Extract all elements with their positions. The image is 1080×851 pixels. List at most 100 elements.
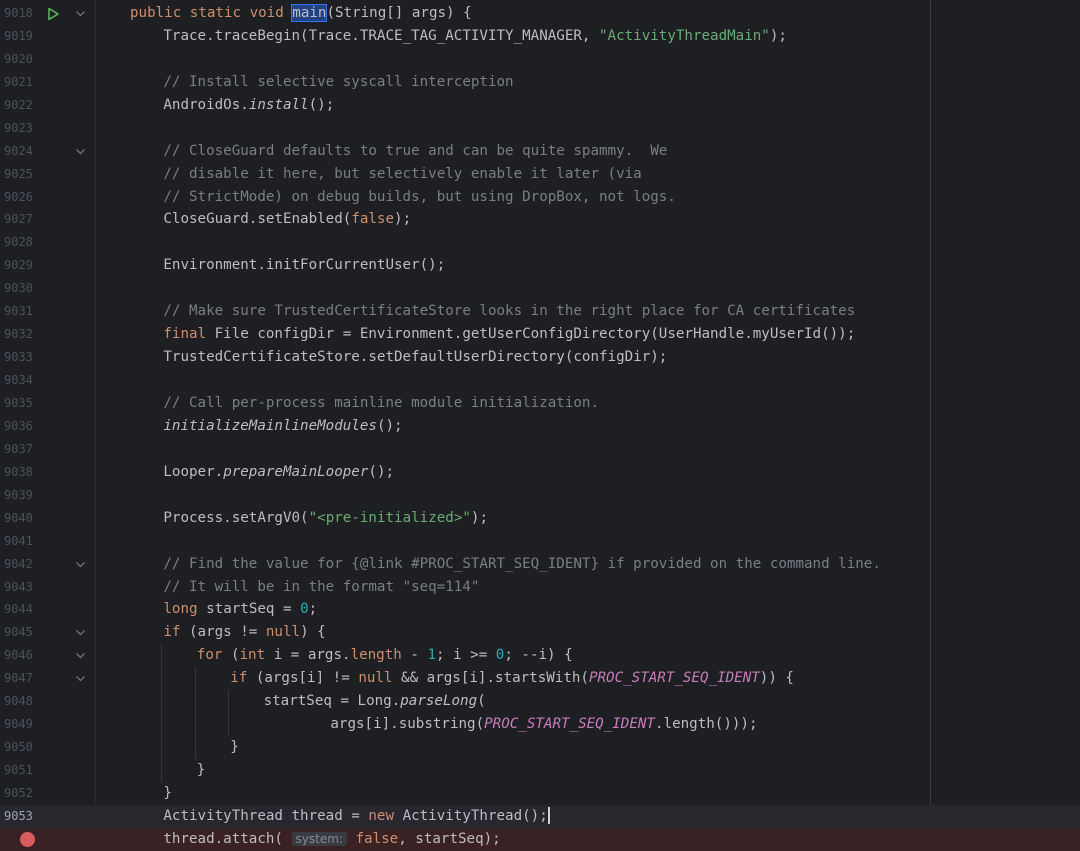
code-line[interactable]: 9040 Process.setArgV0("<pre-initialized>"… bbox=[0, 507, 1080, 530]
code-text[interactable]: long startSeq = 0; bbox=[163, 600, 317, 619]
code-text[interactable]: // StrictMode) on debug builds, but usin… bbox=[163, 188, 676, 207]
code-text[interactable]: Trace.traceBegin(Trace.TRACE_TAG_ACTIVIT… bbox=[163, 27, 787, 46]
code-line[interactable]: 9030 bbox=[0, 277, 1080, 300]
line-number[interactable]: 9047 bbox=[4, 670, 38, 687]
line-number[interactable]: 9030 bbox=[4, 280, 38, 297]
chevron-down-icon[interactable] bbox=[75, 627, 86, 638]
code-text[interactable]: // Install selective syscall interceptio… bbox=[163, 73, 513, 92]
line-number[interactable]: 9043 bbox=[4, 579, 38, 596]
chevron-down-icon[interactable] bbox=[75, 673, 86, 684]
code-line[interactable]: 9041 bbox=[0, 530, 1080, 553]
code-text[interactable]: } bbox=[230, 738, 239, 757]
code-line[interactable]: 9031 // Make sure TrustedCertificateStore… bbox=[0, 300, 1080, 323]
line-number[interactable]: 9037 bbox=[4, 441, 38, 458]
code-line[interactable]: 9020 bbox=[0, 48, 1080, 71]
line-number[interactable]: 9031 bbox=[4, 303, 38, 320]
code-text[interactable]: } bbox=[163, 784, 172, 803]
line-number[interactable]: 9018 bbox=[4, 5, 38, 22]
code-text[interactable]: } bbox=[197, 761, 206, 780]
line-number[interactable]: 9033 bbox=[4, 349, 38, 366]
code-line[interactable]: 9032 final File configDir = Environment.g… bbox=[0, 323, 1080, 346]
code-line[interactable]: 9038 Looper.prepareMainLooper(); bbox=[0, 461, 1080, 484]
code-text[interactable]: CloseGuard.setEnabled(false); bbox=[163, 210, 411, 229]
code-line[interactable]: 9018 public static void main(String[] arg… bbox=[0, 2, 1080, 25]
code-text[interactable]: // Make sure TrustedCertificateStore loo… bbox=[163, 302, 855, 321]
line-number[interactable]: 9045 bbox=[4, 624, 38, 641]
code-line[interactable]: 9053 ActivityThread thread = new Activity… bbox=[0, 804, 1080, 828]
code-text[interactable]: args[i].substring(PROC_START_SEQ_IDENT.l… bbox=[330, 715, 757, 734]
line-number[interactable]: 9029 bbox=[4, 257, 38, 274]
chevron-down-icon[interactable] bbox=[75, 8, 86, 19]
code-line[interactable]: 9034 bbox=[0, 369, 1080, 392]
code-line[interactable]: thread.attach( system: false, startSeq); bbox=[0, 827, 1080, 851]
code-line[interactable]: 9044 long startSeq = 0; bbox=[0, 598, 1080, 621]
code-line[interactable]: 9039 bbox=[0, 484, 1080, 507]
line-number[interactable]: 9019 bbox=[4, 28, 38, 45]
line-number[interactable]: 9023 bbox=[4, 120, 38, 137]
line-number[interactable]: 9052 bbox=[4, 785, 38, 802]
code-text[interactable]: ActivityThread thread = new ActivityThre… bbox=[163, 807, 550, 826]
code-line[interactable]: 9022 AndroidOs.install(); bbox=[0, 94, 1080, 117]
line-number[interactable]: 9050 bbox=[4, 739, 38, 756]
line-number[interactable]: 9032 bbox=[4, 326, 38, 343]
line-number[interactable]: 9026 bbox=[4, 189, 38, 206]
line-number[interactable]: 9046 bbox=[4, 647, 38, 664]
code-line[interactable]: 9043 // It will be in the format "seq=114… bbox=[0, 576, 1080, 599]
code-text[interactable]: Environment.initForCurrentUser(); bbox=[163, 256, 445, 275]
code-line[interactable]: 9033 TrustedCertificateStore.setDefaultUs… bbox=[0, 346, 1080, 369]
code-line[interactable]: 9037 bbox=[0, 438, 1080, 461]
line-number[interactable]: 9022 bbox=[4, 97, 38, 114]
code-text[interactable]: // Find the value for {@link #PROC_START… bbox=[163, 555, 881, 574]
code-line[interactable]: 9042 // Find the value for {@link #PROC_S… bbox=[0, 553, 1080, 576]
code-text[interactable]: Process.setArgV0("<pre-initialized>"); bbox=[163, 509, 488, 528]
line-number[interactable]: 9038 bbox=[4, 464, 38, 481]
code-text[interactable]: // disable it here, but selectively enab… bbox=[163, 165, 641, 184]
code-text[interactable]: initializeMainlineModules(); bbox=[163, 417, 402, 436]
code-text[interactable]: for (int i = args.length - 1; i >= 0; --… bbox=[197, 646, 573, 665]
line-number[interactable]: 9020 bbox=[4, 51, 38, 68]
code-line[interactable]: 9050} bbox=[0, 736, 1080, 760]
run-triangle-icon[interactable] bbox=[46, 7, 60, 21]
code-line[interactable]: 9027 CloseGuard.setEnabled(false); bbox=[0, 208, 1080, 231]
chevron-down-icon[interactable] bbox=[75, 650, 86, 661]
code-line[interactable]: 9023 bbox=[0, 117, 1080, 140]
code-line[interactable]: 9021 // Install selective syscall interce… bbox=[0, 71, 1080, 94]
code-line[interactable]: 9036 initializeMainlineModules(); bbox=[0, 415, 1080, 438]
line-number[interactable]: 9028 bbox=[4, 234, 38, 251]
code-line[interactable]: 9028 bbox=[0, 231, 1080, 254]
code-line[interactable]: 9045 if (args != null) { bbox=[0, 621, 1080, 644]
code-text[interactable]: if (args[i] != null && args[i].startsWit… bbox=[230, 669, 794, 688]
line-number[interactable]: 9025 bbox=[4, 166, 38, 183]
code-line[interactable]: 9049 args[i].substring(PROC_START_SEQ_IDE… bbox=[0, 713, 1080, 737]
code-text[interactable]: // It will be in the format "seq=114" bbox=[163, 578, 479, 597]
line-number[interactable]: 9048 bbox=[4, 693, 38, 710]
code-text[interactable]: Looper.prepareMainLooper(); bbox=[163, 463, 394, 482]
line-number[interactable]: 9035 bbox=[4, 395, 38, 412]
code-line[interactable]: 9051} bbox=[0, 759, 1080, 782]
code-line[interactable]: 9026 // StrictMode) on debug builds, but … bbox=[0, 186, 1080, 209]
code-text[interactable]: public static void main(String[] args) { bbox=[130, 4, 472, 23]
code-text[interactable]: startSeq = Long.parseLong( bbox=[264, 692, 486, 711]
code-text[interactable]: // Call per-process mainline module init… bbox=[163, 394, 599, 413]
code-line[interactable]: 9047 if (args[i] != null && args[i].start… bbox=[0, 667, 1080, 691]
line-number[interactable]: 9051 bbox=[4, 762, 38, 779]
line-number[interactable]: 9021 bbox=[4, 74, 38, 91]
code-line[interactable]: 9019 Trace.traceBegin(Trace.TRACE_TAG_ACT… bbox=[0, 25, 1080, 48]
line-number[interactable]: 9036 bbox=[4, 418, 38, 435]
code-text[interactable]: thread.attach( system: false, startSeq); bbox=[163, 830, 500, 849]
chevron-down-icon[interactable] bbox=[75, 146, 86, 157]
code-line[interactable]: 9035 // Call per-process mainline module … bbox=[0, 392, 1080, 415]
line-number[interactable]: 9027 bbox=[4, 211, 38, 228]
line-number[interactable]: 9024 bbox=[4, 143, 38, 160]
code-text[interactable]: AndroidOs.install(); bbox=[163, 96, 334, 115]
line-number[interactable]: 9044 bbox=[4, 601, 38, 618]
breakpoint-dot-icon[interactable] bbox=[20, 831, 35, 847]
line-number[interactable]: 9034 bbox=[4, 372, 38, 389]
code-line[interactable]: 9029 Environment.initForCurrentUser(); bbox=[0, 254, 1080, 277]
line-number[interactable]: 9049 bbox=[4, 716, 38, 733]
code-line[interactable]: 9024 // CloseGuard defaults to true and c… bbox=[0, 140, 1080, 163]
line-number[interactable]: 9042 bbox=[4, 556, 38, 573]
chevron-down-icon[interactable] bbox=[75, 559, 86, 570]
code-text[interactable]: final File configDir = Environment.getUs… bbox=[163, 325, 855, 344]
code-line[interactable]: 9046 for (int i = args.length - 1; i >= 0… bbox=[0, 644, 1080, 668]
